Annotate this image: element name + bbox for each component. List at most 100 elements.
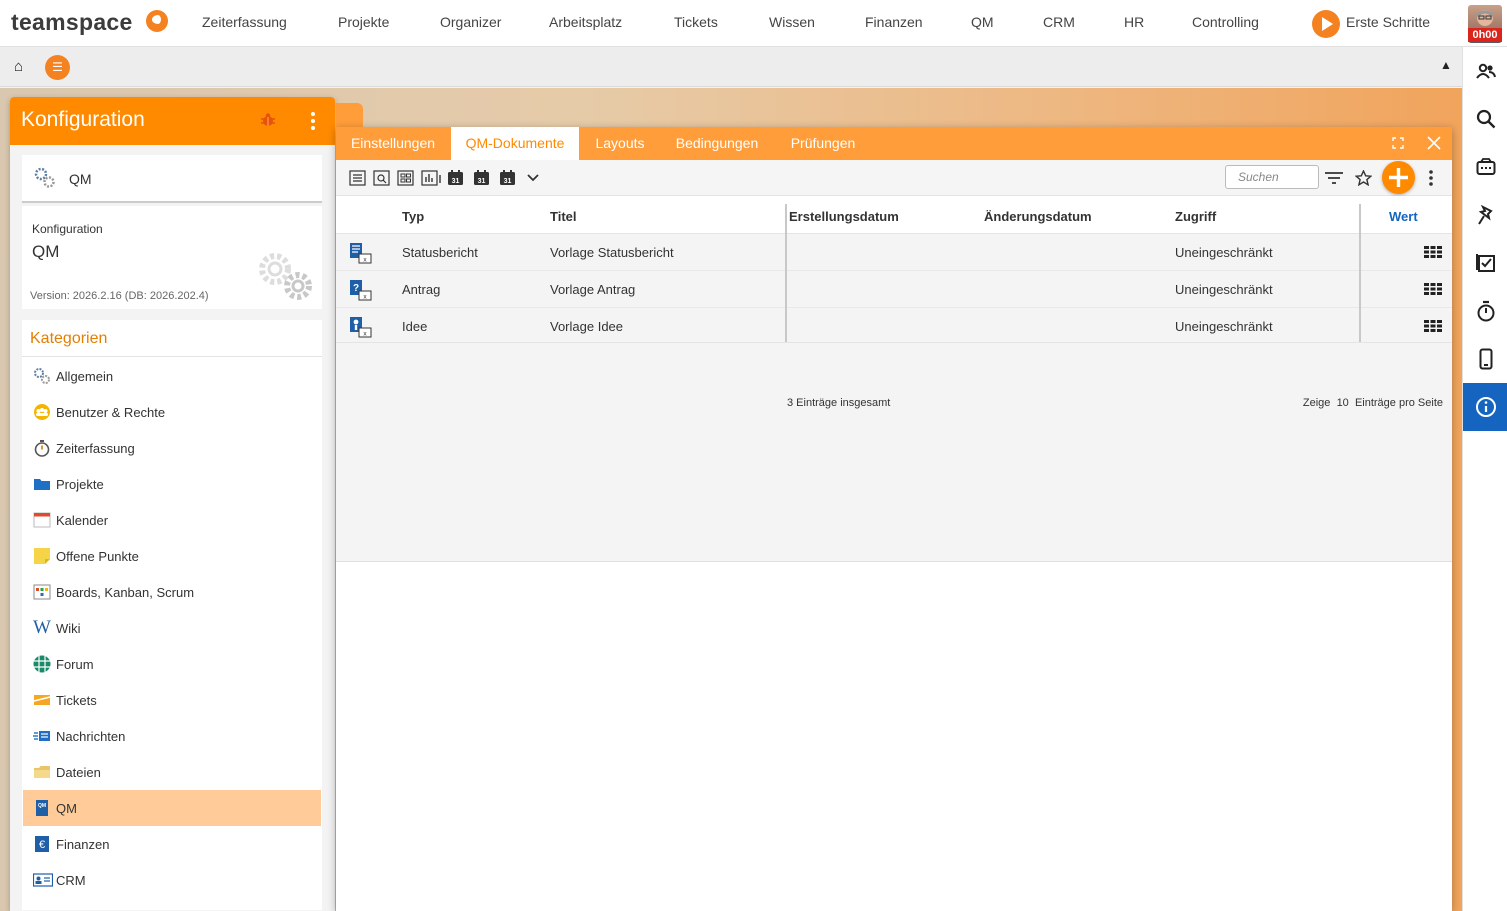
add-button[interactable] [1382,161,1415,194]
search-icon[interactable] [1463,95,1507,143]
category-label: Boards, Kanban, Scrum [56,585,195,600]
category-qm[interactable]: QM QM [23,790,321,826]
inbox-icon[interactable] [1463,143,1507,191]
bug-icon[interactable] [260,112,276,128]
category-allgemein[interactable]: Allgemein [23,358,321,394]
search-input[interactable] [1225,165,1319,189]
timer-icon[interactable] [1463,287,1507,335]
menu-icon[interactable]: ☰ [45,55,70,80]
category-label: QM [56,801,77,816]
panel-title: Konfiguration [21,108,145,131]
category-zeiterfassung[interactable]: Zeiterfassung [23,430,321,466]
users-icon [33,403,51,421]
info-icon[interactable] [1463,383,1507,431]
calendar-icon [33,511,51,529]
close-icon[interactable] [1427,136,1441,150]
nav-controlling[interactable]: Controlling [1192,14,1259,30]
category-offene-punkte[interactable]: Offene Punkte [23,538,321,574]
value-grid-icon[interactable] [1424,283,1442,295]
nav-finanzen[interactable]: Finanzen [865,14,923,30]
column-divider[interactable] [1359,204,1361,342]
category-projekte[interactable]: Projekte [23,466,321,502]
nav-tickets[interactable]: Tickets [674,14,718,30]
category-crm[interactable]: CRM [23,862,321,898]
cell-titel: Vorlage Idee [550,319,624,334]
category-nachrichten[interactable]: Nachrichten [23,718,321,754]
cell-titel: Vorlage Statusbericht [550,245,674,260]
cell-zugriff: Uneingeschränkt [1175,245,1273,260]
column-wert[interactable]: Wert [1389,209,1418,224]
category-finanzen[interactable]: € Finanzen [23,826,321,862]
background-window-tab[interactable] [336,103,363,128]
nav-wissen[interactable]: Wissen [769,14,815,30]
nav-organizer[interactable]: Organizer [440,14,501,30]
tab-einstellungen[interactable]: Einstellungen [336,127,450,160]
column-zugriff[interactable]: Zugriff [1175,209,1216,224]
tab-pruefungen[interactable]: Prüfungen [779,127,867,160]
star-icon[interactable] [1354,169,1373,187]
task-check-icon[interactable] [1463,239,1507,287]
cell-typ: Antrag [402,282,441,297]
category-benutzer[interactable]: Benutzer & Rechte [23,394,321,430]
nav-zeiterfassung[interactable]: Zeiterfassung [202,14,287,30]
tab-bedingungen[interactable]: Bedingungen [664,127,770,160]
column-typ[interactable]: Typ [402,209,424,224]
column-aenderungsdatum[interactable]: Änderungsdatum [984,209,1092,224]
column-titel[interactable]: Titel [550,209,577,224]
contact-card-icon [32,871,54,889]
svg-text:31: 31 [478,178,486,185]
category-label: Allgemein [56,369,114,384]
nav-arbeitsplatz[interactable]: Arbeitsplatz [549,14,622,30]
table-row[interactable]: ? x Antrag Vorlage Antrag Uneingeschränkt [336,271,1452,308]
preview-view-icon[interactable] [373,170,390,186]
module-card[interactable]: QM [22,155,322,203]
nav-projekte[interactable]: Projekte [338,14,389,30]
home-icon[interactable]: ⌂ [14,58,23,75]
tile-view-icon[interactable] [397,170,414,186]
column-divider[interactable] [785,204,787,342]
category-forum[interactable]: Forum [23,646,321,682]
chart-view-icon[interactable] [421,170,441,186]
contacts-icon[interactable] [1463,47,1507,95]
sticky-note-icon [33,547,51,565]
value-grid-icon[interactable] [1424,320,1442,332]
category-dateien[interactable]: Dateien [23,754,321,790]
more-vert-icon[interactable] [1426,170,1436,186]
filter-icon[interactable] [1324,170,1344,186]
category-boards[interactable]: Boards, Kanban, Scrum [23,574,321,610]
configuration-header: Konfiguration [10,97,335,145]
category-tickets[interactable]: Tickets [23,682,321,718]
maximize-icon[interactable] [1392,137,1404,149]
play-icon[interactable] [1312,10,1340,38]
column-erstellungsdatum[interactable]: Erstellungsdatum [789,209,899,224]
nav-qm[interactable]: QM [971,14,994,30]
chevron-down-icon[interactable] [526,170,543,186]
table-row[interactable]: x Statusbericht Vorlage Statusbericht Un… [336,234,1452,271]
table-row[interactable]: x Idee Vorlage Idee Uneingeschränkt [336,308,1452,345]
teamspace-logo[interactable]: teamspace [11,9,133,36]
document-template-icon: x [349,242,373,264]
nav-hr[interactable]: HR [1124,14,1144,30]
category-kalender[interactable]: Kalender [23,502,321,538]
calendar-week-icon[interactable]: 31 [473,170,490,186]
pin-icon[interactable] [1463,191,1507,239]
euro-icon: € [33,835,51,853]
more-vert-icon[interactable] [308,112,318,132]
category-wiki[interactable]: W Wiki [23,610,321,646]
mobile-icon[interactable] [1463,335,1507,383]
tab-layouts[interactable]: Layouts [584,127,656,160]
cell-titel: Vorlage Antrag [550,282,636,297]
tab-qm-dokumente[interactable]: QM-Dokumente [451,127,579,160]
calendar-month-icon[interactable]: 31 [499,170,516,186]
category-label: Zeiterfassung [56,441,135,456]
list-view-icon[interactable] [349,170,366,186]
collapse-up-icon[interactable]: ▲ [1440,58,1452,72]
gears-icon [33,367,51,385]
erste-schritte-link[interactable]: Erste Schritte [1346,14,1430,30]
value-grid-icon[interactable] [1424,246,1442,258]
page-size-select[interactable]: 10 [1337,397,1349,409]
svg-text:31: 31 [452,178,460,185]
calendar-day-icon[interactable]: 31 [447,170,464,186]
nav-crm[interactable]: CRM [1043,14,1075,30]
ticket-icon [33,691,51,709]
